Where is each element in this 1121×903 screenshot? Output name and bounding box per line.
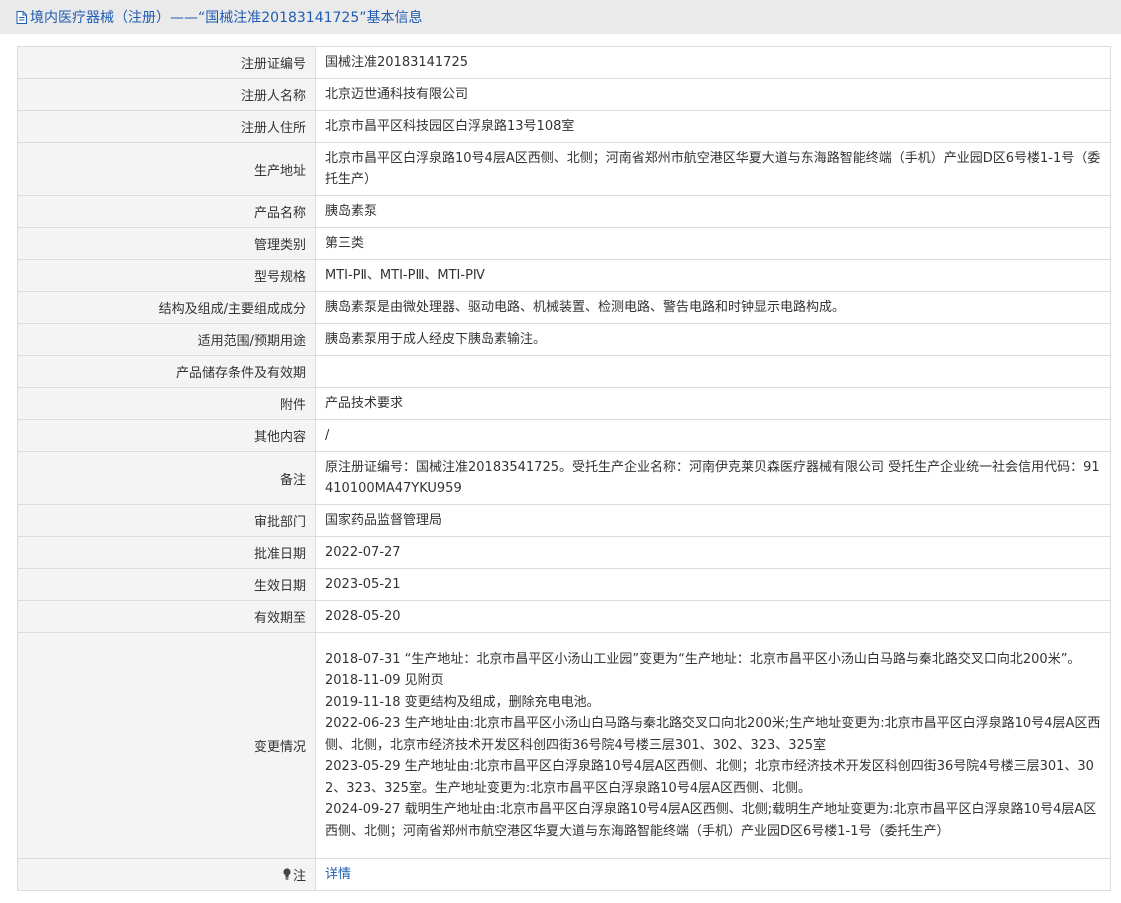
table-row: 有效期至 2028-05-20 [17,600,1111,633]
note-row: 注 详情 [17,858,1111,891]
table-row: 注册人住所 北京市昌平区科技园区白浮泉路13号108室 [17,110,1111,143]
row-label: 备注 [17,451,316,505]
change-history: 2018-07-31 “生产地址：北京市昌平区小汤山工业园”变更为“生产地址：北… [315,632,1111,859]
table-row: 生产地址 北京市昌平区白浮泉路10号4层A区西侧、北侧；河南省郑州市航空港区华夏… [17,142,1111,196]
note-label: 注 [292,868,306,884]
table-row: 结构及组成/主要组成成分 胰岛素泵是由微处理器、驱动电路、机械装置、检测电路、警… [17,291,1111,324]
row-label: 生产地址 [17,142,316,196]
row-value: 胰岛素泵是由微处理器、驱动电路、机械装置、检测电路、警告电路和时钟显示电路构成。 [315,291,1111,324]
table-row: 型号规格 MTI-PⅡ、MTI-PⅢ、MTI-PⅣ [17,259,1111,292]
document-icon [16,10,27,24]
table-row: 批准日期 2022-07-27 [17,536,1111,569]
table-row: 产品名称 胰岛素泵 [17,195,1111,228]
page-header: 境内医疗器械（注册） ——“国械注准20183141725”基本信息 [0,0,1121,34]
note-value: 详情 [315,858,1111,891]
row-value: 原注册证编号：国械注准20183541725。受托生产企业名称：河南伊克莱贝森医… [315,451,1111,505]
table-row: 备注 原注册证编号：国械注准20183541725。受托生产企业名称：河南伊克莱… [17,451,1111,505]
row-value: 第三类 [315,227,1111,260]
table-row: 管理类别 第三类 [17,227,1111,260]
row-label: 注册人名称 [17,78,316,111]
table-row: 其他内容 / [17,419,1111,452]
row-label: 产品名称 [17,195,316,228]
row-label: 批准日期 [17,536,316,569]
row-label: 附件 [17,387,316,420]
table-row: 审批部门 国家药品监督管理局 [17,504,1111,537]
row-label: 管理类别 [17,227,316,260]
change-entry: 2024-09-27 载明生产地址由:北京市昌平区白浮泉路10号4层A区西侧、北… [325,802,1097,839]
row-label: 其他内容 [17,419,316,452]
category-link[interactable]: 境内医疗器械（注册） [30,7,170,27]
row-value: 北京市昌平区白浮泉路10号4层A区西侧、北侧；河南省郑州市航空港区华夏大道与东海… [315,142,1111,196]
row-value: 产品技术要求 [315,387,1111,420]
row-label: 注册证编号 [17,46,316,79]
table-row: 注册证编号 国械注准20183141725 [17,46,1111,79]
lightbulb-icon [283,868,291,880]
table-row: 产品储存条件及有效期 [17,355,1111,388]
row-value: 胰岛素泵 [315,195,1111,228]
row-label: 审批部门 [17,504,316,537]
row-value: 国家药品监督管理局 [315,504,1111,537]
change-entry: 2023-05-29 生产地址由:北京市昌平区白浮泉路10号4层A区西侧、北侧；… [325,759,1094,796]
row-label: 注册人住所 [17,110,316,143]
row-value: 2028-05-20 [315,600,1111,633]
row-label: 有效期至 [17,600,316,633]
row-value: 北京市昌平区科技园区白浮泉路13号108室 [315,110,1111,143]
row-label: 适用范围/预期用途 [17,323,316,356]
row-label: 变更情况 [17,632,316,859]
change-entry: 2018-11-09 见附页 [325,673,444,689]
table-row: 生效日期 2023-05-21 [17,568,1111,601]
change-entry: 2022-06-23 生产地址由:北京市昌平区小汤山白马路与秦北路交叉口向北20… [325,716,1101,753]
row-label: 产品储存条件及有效期 [17,355,316,388]
row-value [315,355,1111,388]
change-entry: 2018-07-31 “生产地址：北京市昌平区小汤山工业园”变更为“生产地址：北… [325,651,1081,667]
info-table: 注册证编号 国械注准20183141725 注册人名称 北京迈世通科技有限公司 … [17,46,1111,891]
row-value: 北京迈世通科技有限公司 [315,78,1111,111]
row-value: / [315,419,1111,452]
row-value: 2022-07-27 [315,536,1111,569]
row-label: 型号规格 [17,259,316,292]
row-value: 2023-05-21 [315,568,1111,601]
row-value: 国械注准20183141725 [315,46,1111,79]
table-row: 附件 产品技术要求 [17,387,1111,420]
table-row: 注册人名称 北京迈世通科技有限公司 [17,78,1111,111]
row-value: 胰岛素泵用于成人经皮下胰岛素输注。 [315,323,1111,356]
details-link[interactable]: 详情 [325,867,351,882]
table-row: 适用范围/预期用途 胰岛素泵用于成人经皮下胰岛素输注。 [17,323,1111,356]
row-value: MTI-PⅡ、MTI-PⅢ、MTI-PⅣ [315,259,1111,292]
page-title: ——“国械注准20183141725”基本信息 [170,10,423,26]
row-label: 生效日期 [17,568,316,601]
note-label-cell: 注 [17,858,316,891]
change-history-row: 变更情况 2018-07-31 “生产地址：北京市昌平区小汤山工业园”变更为“生… [17,632,1111,859]
change-entry: 2019-11-18 变更结构及组成，删除充电电池。 [325,694,600,710]
row-label: 结构及组成/主要组成成分 [17,291,316,324]
